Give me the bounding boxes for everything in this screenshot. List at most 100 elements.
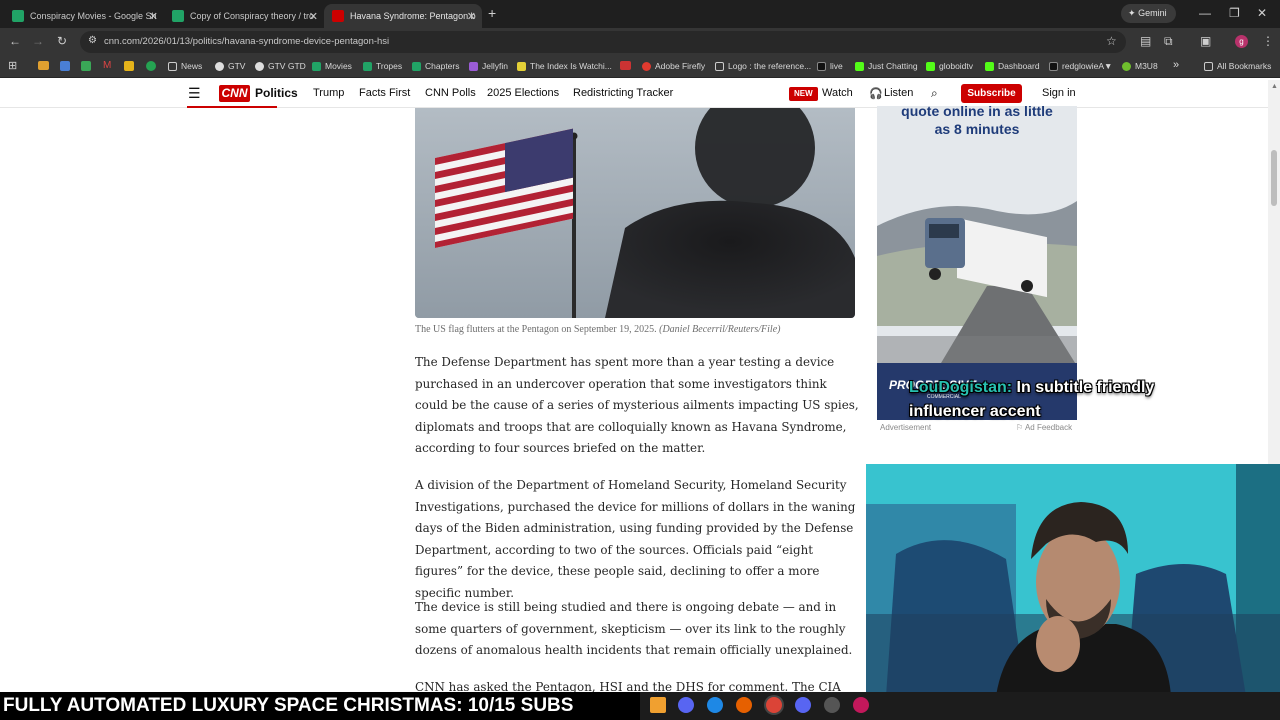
drive-icon[interactable] xyxy=(81,61,91,71)
sheets-icon xyxy=(312,61,321,71)
new-tab-button[interactable]: + xyxy=(488,5,496,21)
section-underline xyxy=(187,106,277,108)
restore-icon[interactable]: ❐ xyxy=(1229,6,1240,20)
bookmark-icon[interactable] xyxy=(38,61,49,70)
bookmark-red[interactable] xyxy=(620,61,635,70)
stream-ticker: FULLY AUTOMATED LUXURY SPACE CHRISTMAS: … xyxy=(0,692,640,720)
new-badge: NEW xyxy=(789,87,818,101)
subtitle-speaker: LouDogistan: xyxy=(909,379,1013,396)
tab-copy-of-conspiracy-theory[interactable]: Copy of Conspiracy theory / tro ✕ xyxy=(164,4,324,28)
subscribe-button[interactable]: Subscribe xyxy=(961,84,1022,103)
extensions-icon[interactable]: ⧉ xyxy=(1164,34,1173,49)
ad-headline: quote online in as little as 8 minutes xyxy=(901,106,1053,137)
streamer-webcam-feed xyxy=(866,464,1280,696)
bookmark-tropes[interactable]: Tropes xyxy=(363,61,402,71)
vlc-icon[interactable] xyxy=(650,697,666,713)
discord-icon[interactable] xyxy=(795,697,811,713)
hamburger-menu-icon[interactable]: ☰ xyxy=(188,85,201,102)
bookmark-label: redglowieA▼ xyxy=(1062,61,1113,71)
kick-icon xyxy=(855,61,864,71)
pin-icon xyxy=(517,61,526,71)
profile-avatar[interactable]: g xyxy=(1235,35,1248,48)
close-window-icon[interactable]: ✕ xyxy=(1257,6,1267,20)
app-icon[interactable] xyxy=(678,697,694,713)
ad-label: Advertisement xyxy=(880,423,932,432)
bookmark-label: Adobe Firefly xyxy=(655,61,706,71)
tab-havana-syndrome[interactable]: Havana Syndrome: Pentagon b ✕ xyxy=(324,4,482,28)
app-icon[interactable] xyxy=(853,697,869,713)
bookmark-gtv[interactable]: GTV xyxy=(215,61,245,71)
bookmark-jellyfin[interactable]: Jellyfin xyxy=(469,61,508,71)
cnn-logo[interactable]: CNN xyxy=(219,85,250,102)
ad-truck-photo xyxy=(877,106,1077,420)
apps-grid-icon[interactable]: ⊞ xyxy=(8,59,17,72)
adobe-icon xyxy=(642,61,651,71)
reading-list-icon[interactable]: ▤ xyxy=(1140,34,1151,48)
bookmark-adobe-firefly[interactable]: Adobe Firefly xyxy=(642,61,705,71)
nav-redistricting-tracker[interactable]: Redistricting Tracker xyxy=(573,87,673,99)
bookmark-label: Jellyfin xyxy=(482,61,508,71)
advertisement[interactable]: quote online in as little as 8 minutes P… xyxy=(877,106,1077,420)
close-tab-icon[interactable]: ✕ xyxy=(467,10,476,23)
webcam-overlay xyxy=(866,464,1280,696)
nav-2025-elections[interactable]: 2025 Elections xyxy=(487,87,559,99)
watch-link[interactable]: Watch xyxy=(822,87,853,99)
edge-icon[interactable] xyxy=(707,697,723,713)
firefox-icon[interactable] xyxy=(736,697,752,713)
bookmark-live[interactable]: live xyxy=(817,61,843,71)
scroll-up-icon[interactable]: ▲ xyxy=(1271,83,1278,90)
back-arrow-icon[interactable]: ← xyxy=(9,34,21,48)
nav-cnn-polls[interactable]: CNN Polls xyxy=(425,87,476,99)
screenshot-icon[interactable]: ▣ xyxy=(1200,34,1211,48)
listen-link[interactable]: Listen xyxy=(884,87,913,99)
bookmark-redglowie[interactable]: redglowieA▼ xyxy=(1049,61,1112,71)
all-bookmarks[interactable]: All Bookmarks xyxy=(1204,61,1271,71)
ad-feedback-link[interactable]: ⚐ Ad Feedback xyxy=(1016,423,1072,432)
bookmark-gtv-gtd[interactable]: GTV GTD xyxy=(255,61,306,71)
url-text[interactable]: cnn.com/2026/01/13/politics/havana-syndr… xyxy=(104,36,389,47)
section-title[interactable]: Politics xyxy=(255,86,298,100)
bookmark-label: The Index Is Watchi... xyxy=(530,61,612,71)
scrollbar-thumb[interactable] xyxy=(1271,150,1277,206)
bookmark-label: globoidtv xyxy=(939,61,974,71)
more-bookmarks-chevron-icon[interactable]: » xyxy=(1173,59,1179,71)
sheets-icon xyxy=(172,10,184,22)
gmail-icon[interactable]: M xyxy=(103,60,111,71)
tab-conspiracy-movies[interactable]: Conspiracy Movies - Google Sh ✕ xyxy=(4,4,164,28)
reload-icon[interactable]: ↻ xyxy=(57,34,67,48)
nav-trump[interactable]: Trump xyxy=(313,87,344,99)
nav-facts-first[interactable]: Facts First xyxy=(359,87,410,99)
bookmark-star-icon[interactable]: ☆ xyxy=(1106,34,1117,48)
caption-text: The US flag flutters at the Pentagon on … xyxy=(415,324,657,335)
minimize-icon[interactable]: — xyxy=(1199,6,1211,20)
site-info-icon[interactable]: ⚙ xyxy=(88,35,97,46)
close-tab-icon[interactable]: ✕ xyxy=(149,10,158,23)
caption-credit: (Daniel Becerril/Reuters/File) xyxy=(659,324,781,335)
forward-arrow-icon[interactable]: → xyxy=(32,34,44,48)
article-paragraph-4: CNN has asked the Pentagon, HSI and the … xyxy=(415,680,841,692)
bookmark-icon[interactable] xyxy=(146,61,156,71)
bookmark-the-index[interactable]: The Index Is Watchi... xyxy=(517,61,612,71)
chrome-icon[interactable] xyxy=(766,697,782,713)
sign-in-link[interactable]: Sign in xyxy=(1042,87,1076,99)
search-icon[interactable]: ⌕ xyxy=(931,86,938,101)
ad-feedback-label: Ad Feedback xyxy=(1024,423,1073,432)
close-tab-icon[interactable]: ✕ xyxy=(309,10,318,23)
bookmark-globoidtv[interactable]: globoidtv xyxy=(926,61,973,71)
obs-icon[interactable] xyxy=(824,697,840,713)
github-icon xyxy=(215,61,224,71)
bookmark-dashboard[interactable]: Dashboard xyxy=(985,61,1040,71)
bookmark-logo-reference[interactable]: Logo : the reference... xyxy=(715,61,811,71)
bookmark-movies[interactable]: Movies xyxy=(312,61,352,71)
kebab-menu-icon[interactable]: ⋮ xyxy=(1262,34,1274,48)
bookmark-label: Tropes xyxy=(376,61,403,71)
gemini-button[interactable]: ✦ Gemini xyxy=(1121,4,1176,23)
folder-icon xyxy=(1204,61,1213,71)
bookmark-icon[interactable] xyxy=(60,61,70,71)
bookmark-m3u8[interactable]: M3U8 xyxy=(1122,61,1158,71)
bookmark-news[interactable]: News xyxy=(168,61,202,71)
bookmark-label: Movies xyxy=(325,61,352,71)
bookmark-chapters[interactable]: Chapters xyxy=(412,61,460,71)
bookmark-icon[interactable] xyxy=(124,61,134,71)
bookmark-just-chatting[interactable]: Just Chatting xyxy=(855,61,918,71)
